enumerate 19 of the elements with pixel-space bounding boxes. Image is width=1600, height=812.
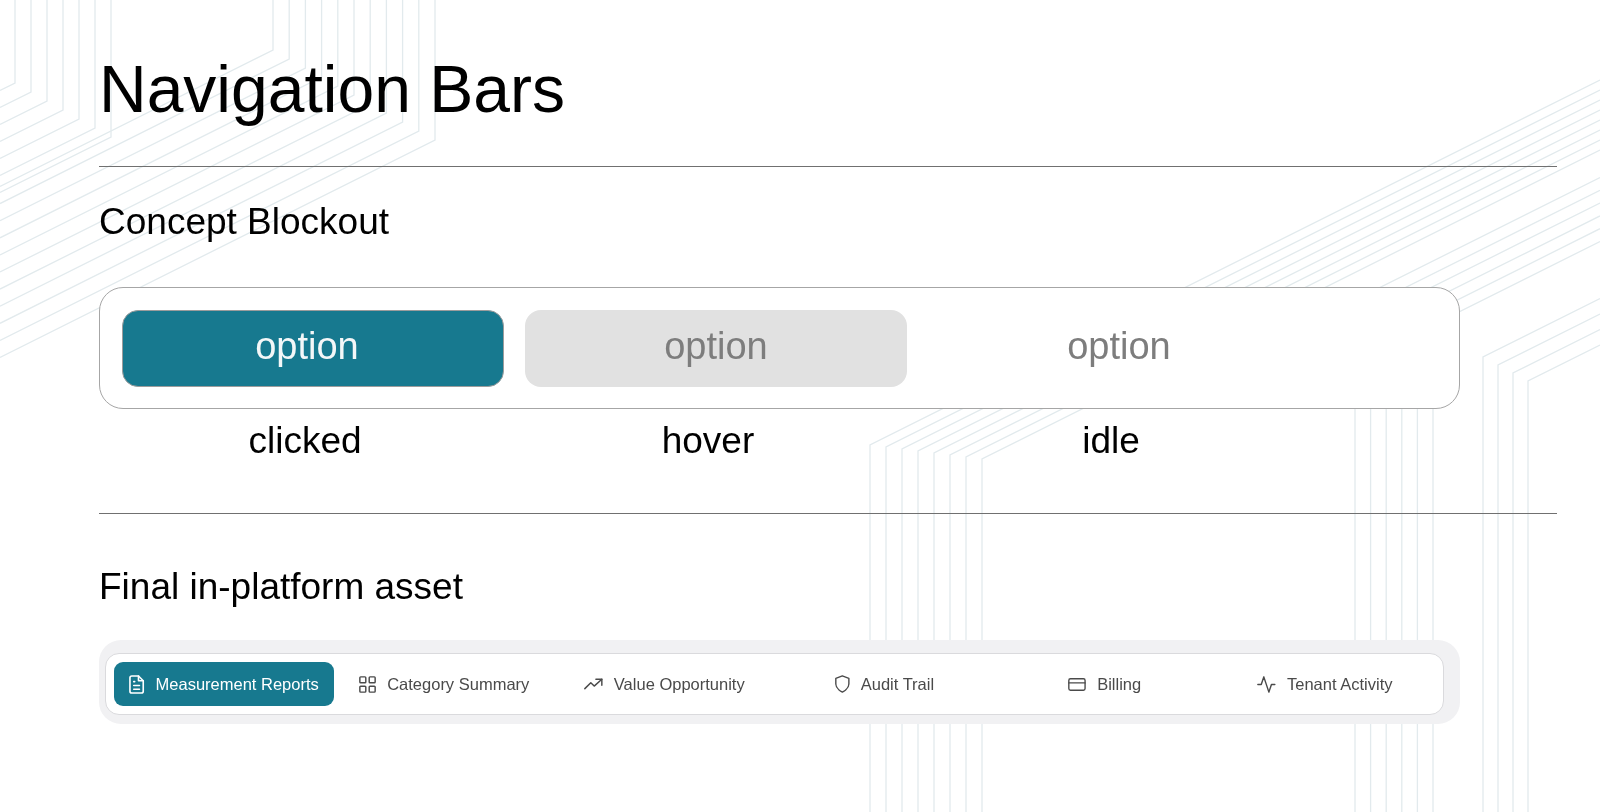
nav-tab[interactable]: Category Summary bbox=[334, 662, 555, 706]
document-icon bbox=[129, 674, 145, 694]
nav-tab[interactable]: Billing bbox=[994, 662, 1215, 706]
option-button[interactable]: option bbox=[122, 310, 504, 387]
trend-up-icon bbox=[584, 678, 603, 690]
nav-tab[interactable]: Audit Trail bbox=[774, 662, 995, 706]
nav-tab[interactable]: Tenant Activity bbox=[1214, 662, 1435, 706]
nav-tab[interactable]: Measurement Reports bbox=[114, 662, 335, 706]
state-caption: hover bbox=[661, 420, 755, 462]
shield-icon bbox=[835, 675, 850, 693]
pulse-icon bbox=[1257, 675, 1276, 693]
nav-tab[interactable]: Value Opportunity bbox=[554, 662, 775, 706]
section-heading: Final in-platform asset bbox=[99, 566, 463, 608]
state-caption: clicked bbox=[248, 420, 362, 462]
state-caption: idle bbox=[1082, 420, 1140, 462]
section-heading: Concept Blockout bbox=[99, 201, 389, 243]
grid-icon bbox=[359, 675, 377, 693]
page-title: Navigation Bars bbox=[99, 51, 565, 128]
credit-card-icon bbox=[1068, 677, 1087, 691]
